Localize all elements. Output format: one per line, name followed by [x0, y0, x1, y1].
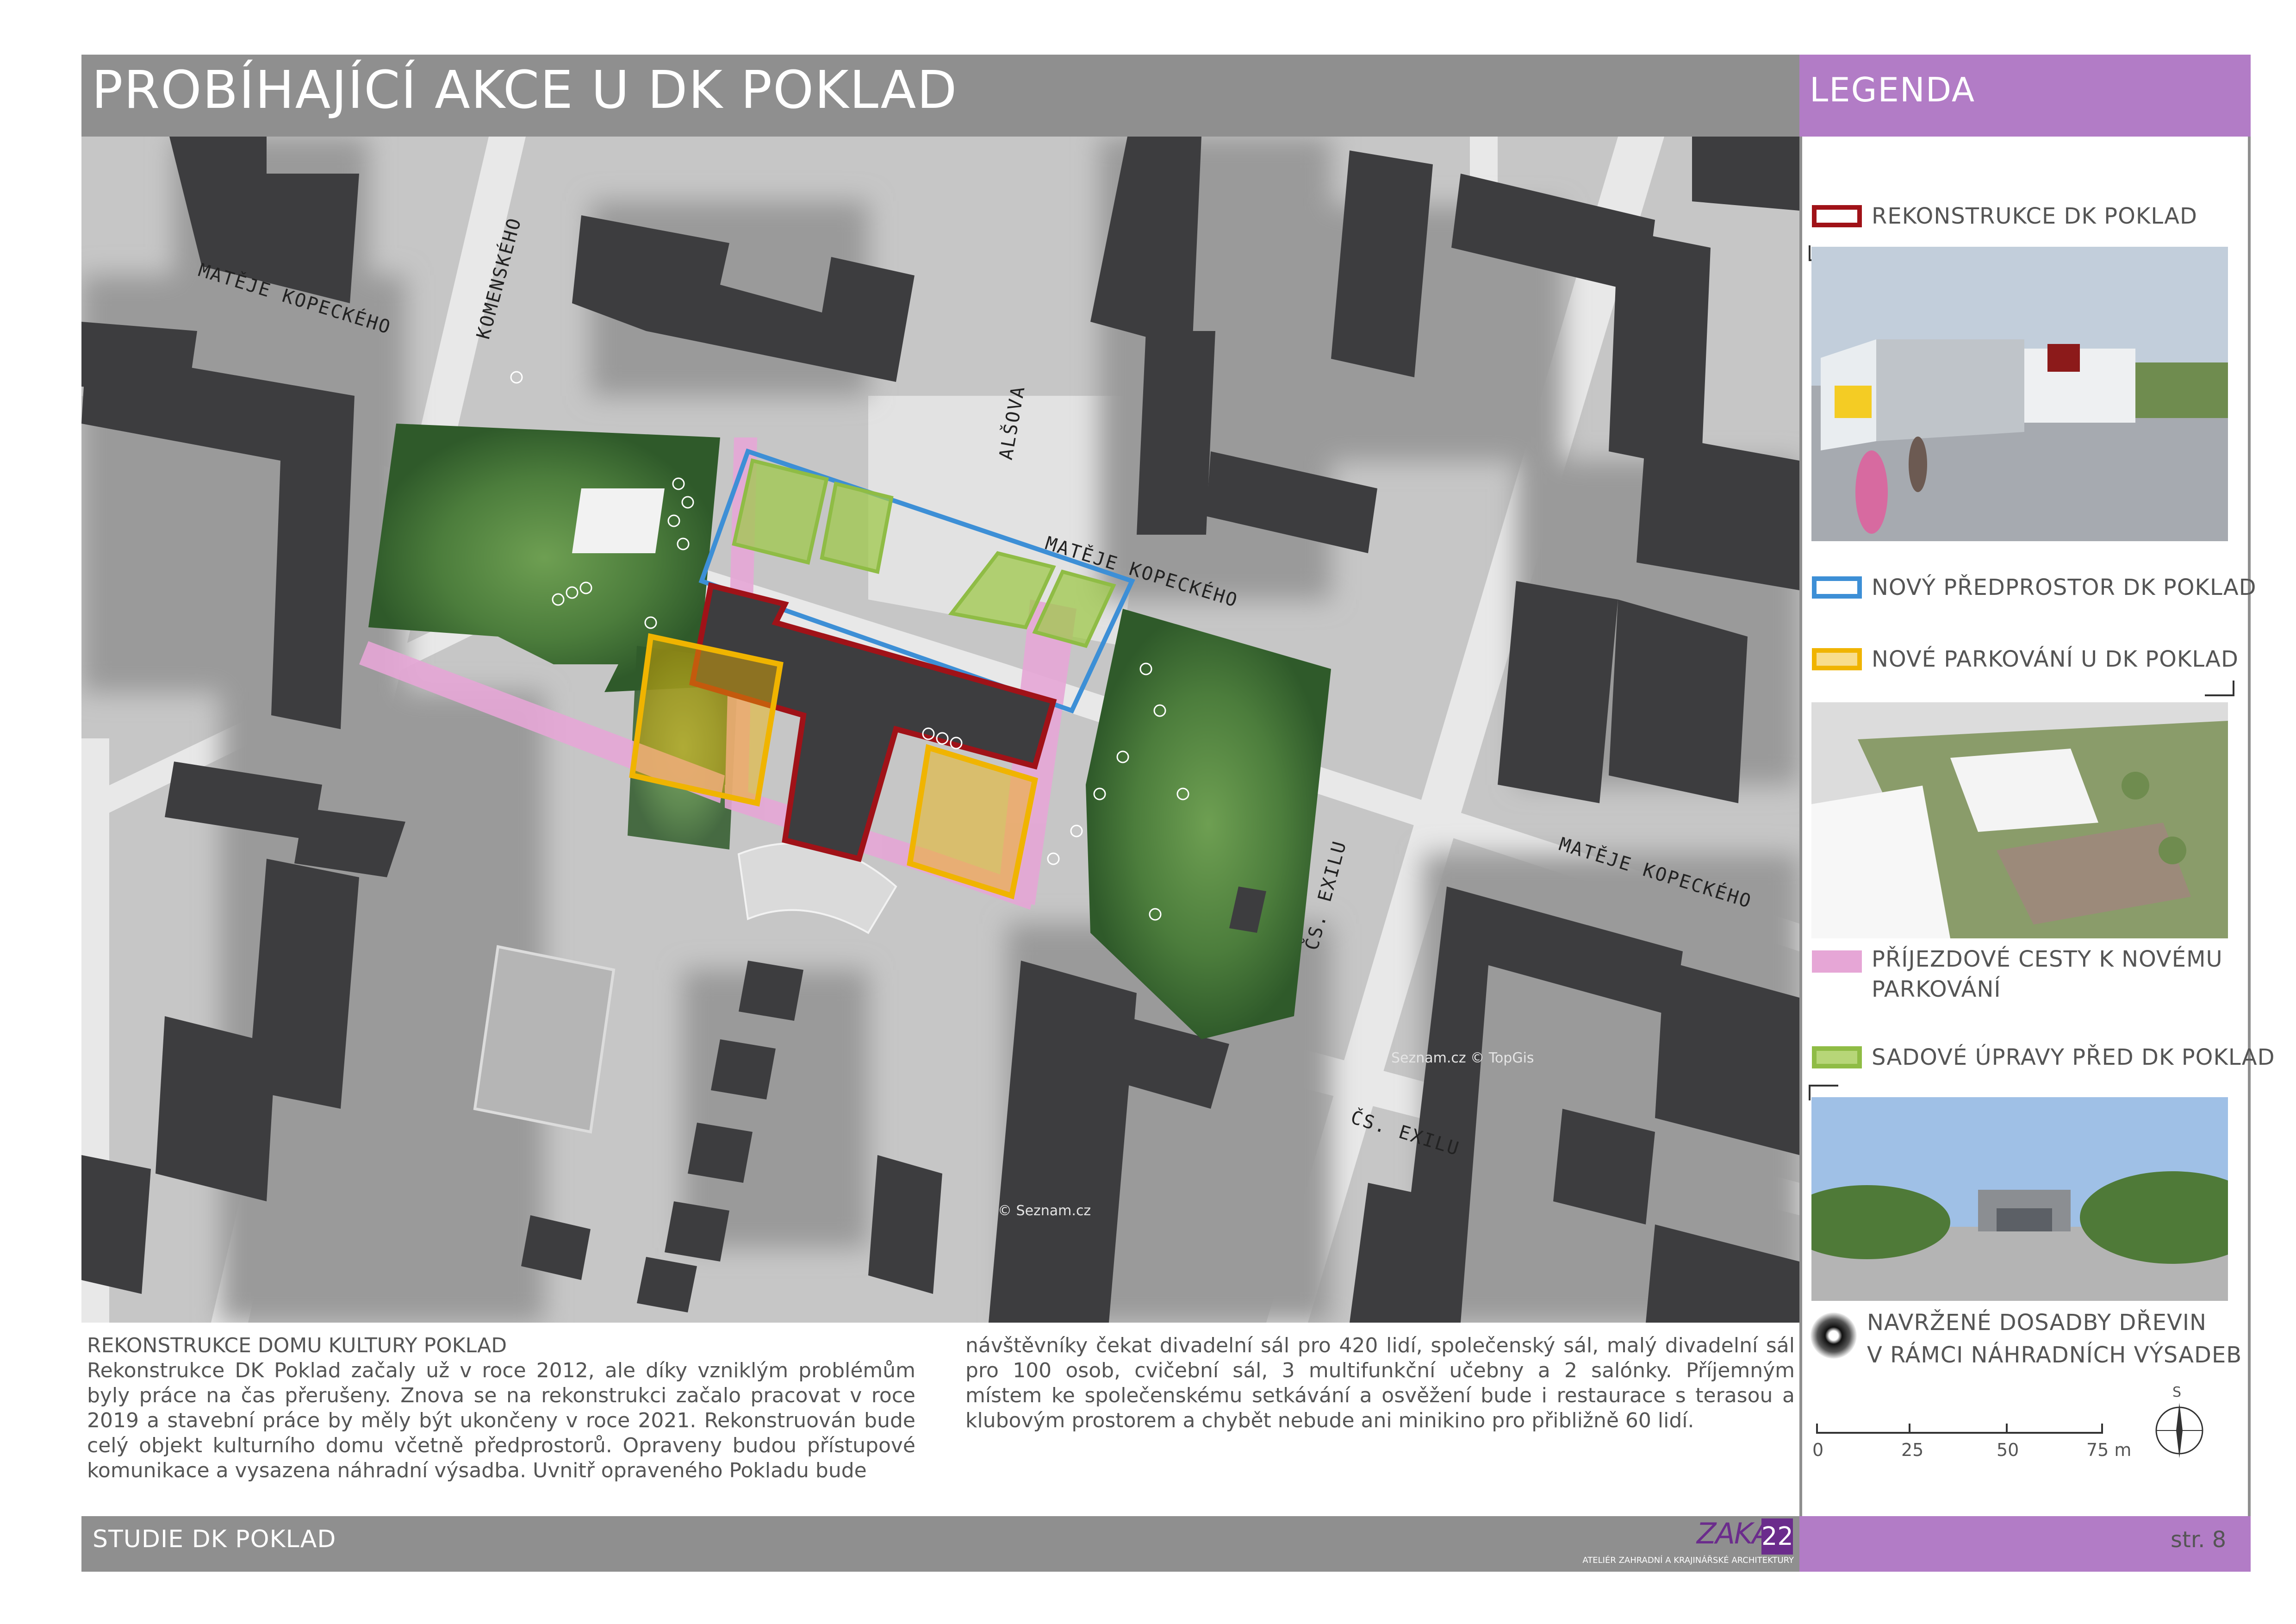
- site-map[interactable]: MATĚJE KOPECKÉHO KOMENSKÉHO ALŠOVA MATĚJ…: [81, 137, 1799, 1323]
- logo-subtitle: ATELIÉR ZAHRADNÍ A KRAJINÁŘSKÉ ARCHITEKT…: [1582, 1555, 1794, 1565]
- legend-label-access-roads-1: PŘÍJEZDOVÉ CESTY K NOVÉMU: [1872, 946, 2223, 972]
- page-number: str. 8: [2171, 1527, 2227, 1553]
- tree-marker-icon: [1811, 1312, 1857, 1359]
- map-drawing: MATĚJE KOPECKÉHO KOMENSKÉHO ALŠOVA MATĚJ…: [81, 137, 1799, 1323]
- legend-swatch-parking: [1812, 648, 1862, 670]
- legend-label-trees-1: NAVRŽENÉ DOSADBY DŘEVIN: [1867, 1310, 2207, 1336]
- legend-swatch-reconstruction: [1812, 205, 1862, 227]
- photo-orchard: [1811, 1097, 2228, 1301]
- legend-title: LEGENDA: [1810, 70, 1976, 109]
- scale-bar-segments: [1816, 1424, 2103, 1434]
- body-paragraph-right: návštěvníky čekat divadelní sál pro 420 …: [965, 1334, 1795, 1432]
- scale-label-50: 50: [1997, 1440, 2019, 1460]
- parking-render-image: [1811, 702, 2228, 938]
- legend-label-access-roads-2: PARKOVÁNÍ: [1872, 976, 2001, 1002]
- footer-title: STUDIE DK POKLAD: [93, 1525, 336, 1553]
- legend-label-trees-2: V RÁMCI NÁHRADNÍCH VÝSADEB: [1867, 1342, 2242, 1368]
- scale-label-75: 75 m: [2086, 1440, 2132, 1460]
- legend-panel: REKONSTRUKCE DK POKLAD NOVÝ PŘEDPROSTOR …: [1799, 137, 2275, 1516]
- body-heading: REKONSTRUKCE DOMU KULTURY POKLAD: [87, 1334, 507, 1357]
- watermark-2: Seznam.cz © TopGis: [1391, 1050, 1534, 1066]
- orchard-image: [1811, 1097, 2228, 1301]
- legend-label-forecourt: NOVÝ PŘEDPROSTOR DK POKLAD: [1872, 575, 2257, 600]
- arrow-icon: [2205, 681, 2234, 696]
- body-text-left: REKONSTRUKCE DOMU KULTURY POKLAD Rekonst…: [87, 1333, 915, 1483]
- photo-parking-render: [1811, 702, 2228, 938]
- scale-label-25: 25: [1901, 1440, 1924, 1460]
- legend-swatch-orchard: [1812, 1046, 1862, 1068]
- north-arrow-icon: [2155, 1403, 2203, 1458]
- logo-text: ZAKA: [1697, 1517, 1772, 1550]
- legend-label-parking: NOVÉ PARKOVÁNÍ U DK POKLAD: [1872, 646, 2239, 672]
- legend-label-reconstruction: REKONSTRUKCE DK POKLAD: [1872, 203, 2197, 229]
- scale-label-0: 0: [1812, 1440, 1824, 1460]
- legend-label-orchard: SADOVÉ ÚPRAVY PŘED DK POKLAD: [1872, 1044, 2275, 1070]
- zaka-logo: ZAKA 22 ATELIÉR ZAHRADNÍ A KRAJINÁŘSKÉ A…: [1582, 1517, 1794, 1565]
- legend-swatch-access-roads: [1812, 950, 1862, 973]
- legend-swatch-forecourt: [1812, 576, 1862, 599]
- body-paragraph-left: Rekonstrukce DK Poklad začaly už v roce …: [87, 1359, 915, 1482]
- dk-render-image: [1811, 247, 2228, 541]
- north-label: S: [2172, 1384, 2182, 1400]
- photo-dk-render: [1811, 247, 2228, 541]
- logo-number: 22: [1761, 1518, 1793, 1555]
- watermark-1: © Seznam.cz: [998, 1203, 1091, 1219]
- page-title: PROBÍHAJÍCÍ AKCE U DK POKLAD: [92, 60, 958, 120]
